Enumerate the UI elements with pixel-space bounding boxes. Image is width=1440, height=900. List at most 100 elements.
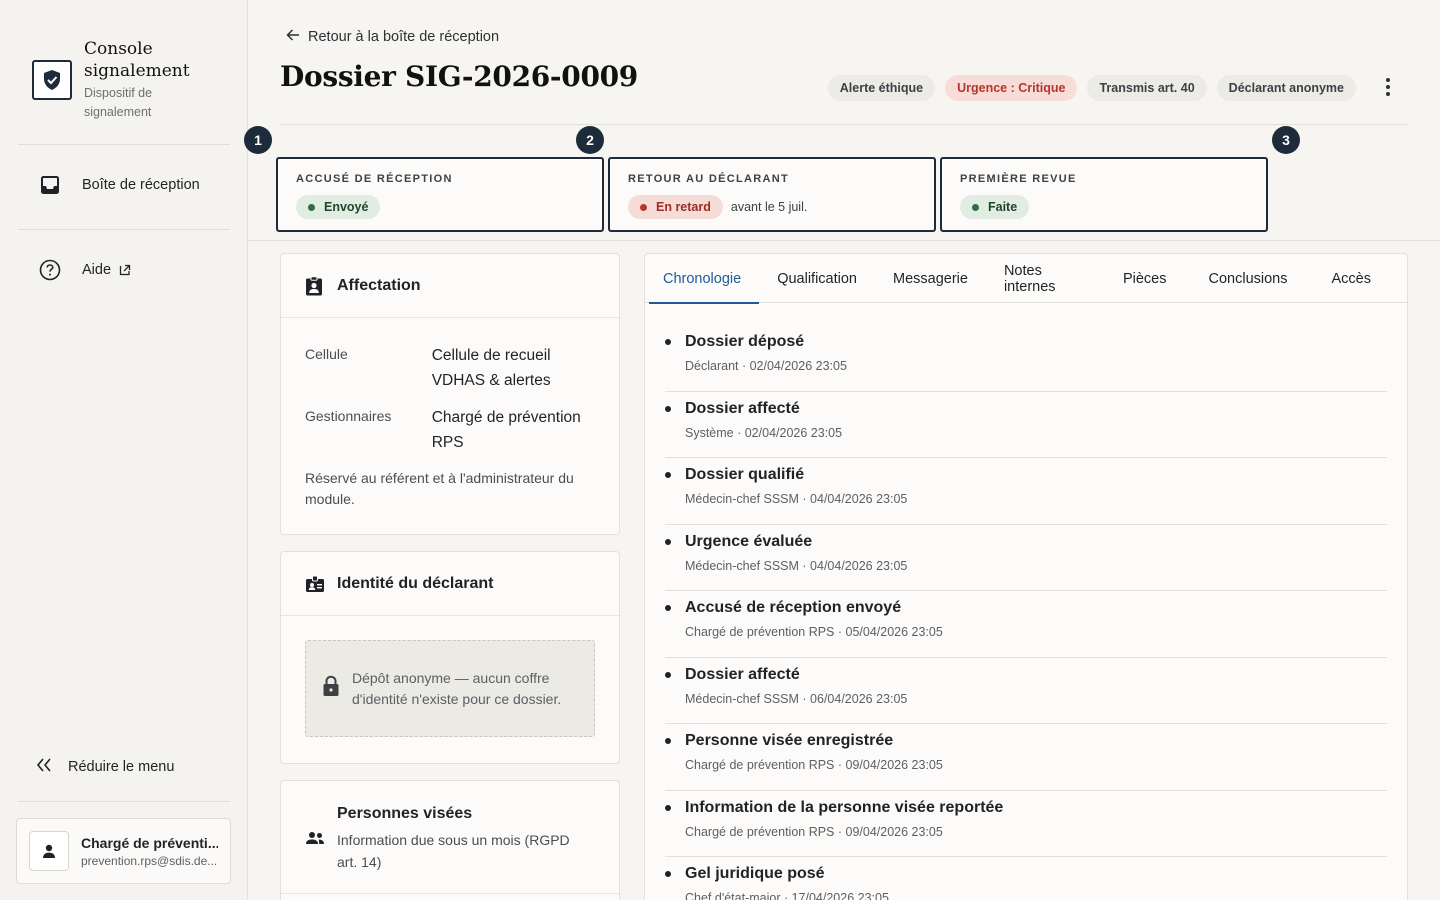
step-card-feedback: RETOUR AU DÉCLARANT En retard avant le 5… [608,157,936,232]
timeline-dot [665,538,671,545]
timeline-title: Urgence évaluée [685,532,813,550]
status-pill-label: Faite [988,200,1018,214]
locked-identity-notice: Dépôt anonyme — aucun coffre d'identité … [305,640,595,737]
timeline-meta: Déclarant · 02/04/2026 23:05 [685,359,847,373]
divider [18,144,230,145]
status-badges: Alerte éthique Urgence : Critique Transm… [827,75,1356,101]
step-card-acknowledgement: ACCUSÉ DE RÉCEPTION Envoyé [276,157,604,232]
timeline-item: Dossier qualifié Médecin-chef SSSM · 04/0… [665,458,1387,525]
divider [248,240,1440,241]
sidebar: Console signalement Dispositif de signal… [0,0,248,900]
divider [18,229,230,230]
group-icon [305,831,325,873]
timeline-item: Information de la personne visée reporté… [665,791,1387,857]
back-link-label: Retour à la boîte de réception [308,29,500,45]
timeline-item: Personne visée enregistrée Chargé de prév… [665,724,1387,791]
status-pill-label: En retard [656,200,711,214]
timeline-title: Accusé de réception envoyé [685,599,902,616]
status-badge: Transmis art. 40 [1087,75,1207,101]
external-link-icon [119,264,131,276]
step-label: RETOUR AU DÉCLARANT [628,173,789,185]
timeline-dot [665,871,671,877]
timeline: Dossier déposé Déclarant · 02/04/2026 23:… [645,303,1407,900]
timeline-item: Dossier affecté Système · 02/04/2026 23:0… [665,392,1387,458]
tab-messagerie[interactable]: Messagerie [893,254,968,303]
timeline-dot [665,472,671,478]
divider [280,124,1408,125]
timeline-title: Gel juridique posé [685,865,825,882]
targeted-persons-card: Personnes visées Information due sous un… [280,780,620,900]
status-pill: Faite [960,195,1030,219]
more-options-icon[interactable] [1384,78,1392,96]
card-subtitle: Information due sous un mois (RGPD art. … [337,832,570,870]
brand-title: Console signalement [84,39,190,81]
timeline-meta: Médecin-chef SSSM · 04/04/2026 23:05 [685,492,908,506]
tab-pieces[interactable]: Pièces [1123,254,1167,303]
restriction-note: Réservé au référent et à l'administrateu… [305,470,574,507]
timeline-title: Dossier déposé [685,333,805,350]
shield-check-icon [32,60,72,100]
timeline-item: Dossier affecté Médecin-chef SSSM · 06/04… [665,658,1387,724]
timeline-dot [665,738,671,744]
timeline-item: Dossier déposé Déclarant · 02/04/2026 23:… [665,325,1387,392]
status-badge: Déclarant anonyme [1216,75,1356,101]
step-number: 3 [1272,126,1300,154]
timeline-item: Urgence évaluée Médecin-chef SSSM · 04/04… [665,525,1387,591]
timeline-title: Information de la personne visée reporté… [685,798,1004,816]
step-deadline: avant le 5 juil. [730,200,808,214]
tab-notes-internes[interactable]: Notes internes [1004,254,1081,303]
card-title: Personnes visées [337,805,473,822]
timeline-dot [665,339,671,345]
assignment-card: Affectation Cellule Cellule de recueil V… [280,253,620,535]
user-card[interactable]: Chargé de préventi... prevention.rps@sdi… [16,818,231,884]
field-label: Cellule [305,346,348,362]
double-chevron-left-icon [36,758,52,776]
timeline-title: Dossier affecté [685,399,800,417]
field-label: Gestionnaires [305,408,392,424]
page-title: Dossier SIG-2026-0009 [280,60,638,93]
timeline-meta: Chef d'état-major · 17/04/2026 23:05 [685,891,889,900]
timeline-meta: Système · 02/04/2026 23:05 [685,425,843,440]
step-number: 1 [244,126,272,154]
tab-acces[interactable]: Accès [1332,254,1372,303]
divider [281,893,619,894]
tab-chronologie[interactable]: Chronologie [648,254,760,304]
urgency-badge: Urgence : Critique [945,75,1078,101]
divider [18,801,230,802]
sidebar-item-label: Aide [82,262,112,278]
sidebar-item-inbox[interactable]: Boîte de réception [38,173,200,197]
timeline-title: Dossier affecté [685,665,800,683]
gestionnaires-value: Chargé de prévention RPS [431,409,581,451]
cellule-value: Cellule de recueil VDHAS & alertes [431,347,551,389]
timeline-title: Dossier qualifié [685,466,805,483]
timeline-dot [665,405,671,412]
timeline-meta: Chargé de prévention RPS · 09/04/2026 23… [685,758,943,772]
step-number: 2 [576,126,604,154]
timeline-meta: Chargé de prévention RPS · 05/04/2026 23… [685,625,943,639]
timeline-dot [665,605,671,611]
timeline-dot [665,671,671,678]
timeline-item: Gel juridique posé Chef d'état-major · 17… [665,857,1387,900]
id-badge-icon [305,575,325,593]
timeline-meta: Médecin-chef SSSM · 06/04/2026 23:05 [685,691,908,706]
status-pill: En retard [628,195,723,219]
avatar [29,831,69,871]
collapse-menu-label: Réduire le menu [68,759,175,775]
user-email: prevention.rps@sdis.de... [81,853,218,868]
timeline-title: Personne visée enregistrée [685,732,894,749]
locked-identity-text: Dépôt anonyme — aucun coffre d'identité … [352,669,562,707]
collapse-menu-button[interactable]: Réduire le menu [36,758,174,776]
step-label: PREMIÈRE REVUE [960,173,1077,185]
help-icon [38,258,62,282]
detail-panel: Chronologie Qualification Messagerie Not… [644,253,1408,900]
sidebar-item-help[interactable]: Aide [38,258,131,282]
status-pill-label: Envoyé [324,200,369,214]
status-pill: Envoyé [296,195,381,219]
tab-qualification[interactable]: Qualification [777,254,857,303]
brand-subtitle: Dispositif de signalement [84,86,153,119]
status-badge: Alerte éthique [827,75,936,101]
tab-conclusions[interactable]: Conclusions [1209,254,1288,303]
card-title: Affectation [337,276,421,294]
card-title: Identité du déclarant [337,574,494,592]
back-to-inbox-link[interactable]: Retour à la boîte de réception [286,28,499,46]
